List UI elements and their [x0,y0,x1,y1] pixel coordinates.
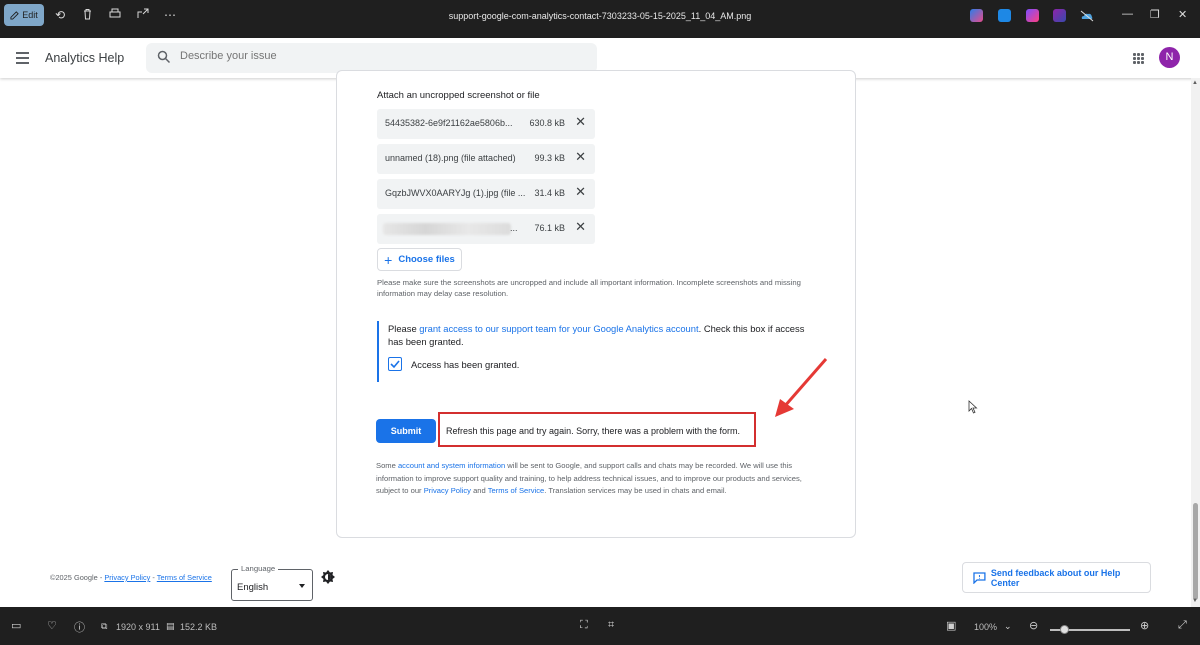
close-window-icon[interactable]: ✕ [1178,8,1187,21]
privacy-text: . Translation services may be used in ch… [544,486,727,495]
file-name: 54435382-6e9f21162ae5806b... [385,118,513,128]
blurred-file-name [383,223,511,235]
error-message: Refresh this page and try again. Sorry, … [446,426,740,436]
privacy-text: Some [376,461,398,470]
attached-file: ... 76.1 kB ✕ [377,214,595,244]
privacy-notice: Some account and system information will… [376,460,816,498]
copilot-icon[interactable] [970,9,983,22]
zoom-dropdown-icon[interactable]: ⌄ [1004,621,1012,632]
dimensions-icon: ⧉ [101,621,108,631]
grant-access-text: Please grant access to our support team … [388,322,808,348]
language-legend: Language [238,564,279,573]
system-info-link[interactable]: account and system information [398,461,505,470]
visual-search-icon[interactable]: ⌗ [608,619,614,632]
submit-button[interactable]: Submit [376,419,436,443]
attached-file: GqzbJWVX0AARYJg (1).jpg (file ... 31.4 k… [377,179,595,209]
language-select[interactable]: Language English [231,564,313,601]
zoom-level[interactable]: 100% [974,622,997,632]
page-title[interactable]: Analytics Help [45,51,124,65]
zoom-out-icon[interactable]: ⊖ [1029,619,1038,632]
remove-file-icon[interactable]: ✕ [575,220,586,234]
scrollbar-thumb[interactable] [1193,503,1198,600]
crop-icon[interactable]: ⛶ [580,619,588,632]
access-granted-checkbox[interactable] [388,357,402,371]
checkmark-icon [390,360,400,369]
grant-access-link[interactable]: grant access to our support team for you… [419,323,698,334]
restore-icon[interactable]: ❐ [1150,8,1160,21]
remove-file-icon[interactable]: ✕ [575,150,586,164]
scroll-down-icon[interactable]: ▼ [1192,598,1198,604]
file-name: unnamed (18).png (file attached) [385,153,516,163]
fullscreen-icon[interactable]: ⤢ [1178,619,1187,632]
zoom-in-icon[interactable]: ⊕ [1140,619,1149,632]
brightness-icon[interactable] [321,570,335,584]
language-value: English [237,582,269,593]
favorite-icon[interactable]: ♡ [47,619,57,632]
viewer-toolbar: Edit ⟲ ⋯ support-google-com-analytics-co… [0,0,1200,38]
red-arrow-annotation [775,358,828,417]
menu-icon[interactable] [16,52,29,67]
footer-privacy-link[interactable]: Privacy Policy [104,573,150,582]
attached-file: 54435382-6e9f21162ae5806b... 630.8 kB ✕ [377,109,595,139]
feedback-icon [973,571,986,584]
google-apps-icon[interactable] [1133,53,1144,64]
filmstrip-icon[interactable]: ▭ [11,619,21,632]
file-name: ... [510,223,518,233]
scroll-up-icon[interactable]: ▲ [1192,80,1198,86]
search-box[interactable] [146,43,597,73]
file-size: 76.1 kB [534,223,565,233]
file-size-icon: ▤ [166,621,175,631]
copyright: ©2025 Google - [50,573,105,582]
choose-files-button[interactable]: + Choose files [377,248,462,271]
dropdown-caret-icon [299,584,305,588]
footer-terms-link[interactable]: Terms of Service [157,573,212,582]
fit-icon[interactable]: ▣ [946,619,956,632]
error-highlight-box: Refresh this page and try again. Sorry, … [438,412,756,447]
avatar[interactable]: N [1159,47,1180,68]
remove-file-icon[interactable]: ✕ [575,185,586,199]
feedback-label: Send feedback about our Help Center [990,567,1121,588]
send-feedback-button[interactable]: Send feedback about our Help Center [962,562,1151,593]
file-size: 152.2 KB [180,622,218,632]
viewer-status-bar: ▭ ♡ ⓘ ⧉ 1920 x 911 ▤ 152.2 KB ⛶ ⌗ ▣ 100%… [0,607,1200,645]
clipchamp-icon[interactable] [1053,9,1066,22]
image-dimensions: 1920 x 911 [116,622,160,632]
privacy-policy-link[interactable]: Privacy Policy [424,486,471,495]
footer-links: ©2025 Google - Privacy Policy - Terms of… [50,573,212,582]
zoom-slider-thumb[interactable] [1060,625,1069,634]
screenshot-hint: Please make sure the screenshots are unc… [377,278,801,298]
file-title: support-google-com-analytics-contact-730… [448,11,752,21]
onedrive-icon[interactable] [1080,9,1094,22]
plus-icon: + [384,251,393,268]
access-granted-label[interactable]: Access has been granted. [411,359,519,370]
paint-icon[interactable] [998,9,1011,22]
minimize-icon[interactable]: — [1122,8,1133,20]
choose-files-label: Choose files [398,254,455,265]
file-size: 630.8 kB [529,118,565,128]
grant-prefix: Please [388,323,420,334]
search-input[interactable] [180,50,580,62]
remove-file-icon[interactable]: ✕ [575,115,586,129]
attach-label: Attach an uncropped screenshot or file [377,90,540,101]
attached-file: unnamed (18).png (file attached) 99.3 kB… [377,144,595,174]
grant-access-section: Please grant access to our support team … [377,321,807,382]
privacy-text: and [470,486,488,495]
file-name: GqzbJWVX0AARYJg (1).jpg (file ... [385,188,526,198]
info-icon[interactable]: ⓘ [74,619,85,635]
terms-link[interactable]: Terms of Service [488,486,545,495]
file-size: 31.4 kB [534,188,565,198]
search-icon [157,50,171,64]
file-size: 99.3 kB [534,153,565,163]
designer-icon[interactable] [1026,9,1039,22]
mouse-cursor-icon [968,400,978,414]
